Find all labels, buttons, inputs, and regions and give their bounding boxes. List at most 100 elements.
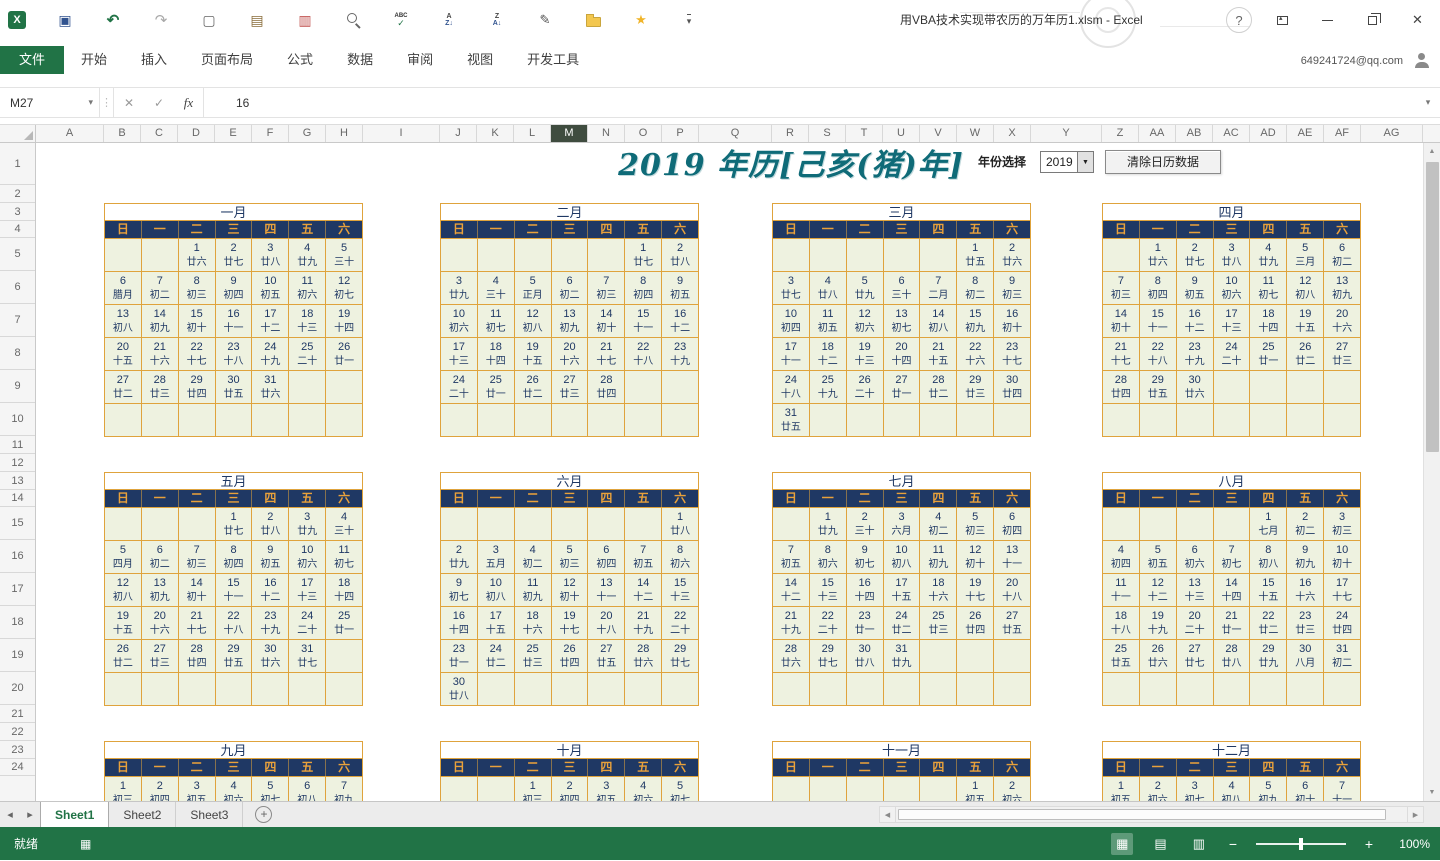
day-cell[interactable]: 30廿八: [441, 673, 477, 705]
day-cell[interactable]: 2廿八: [661, 239, 698, 271]
day-cell[interactable]: [1103, 508, 1139, 540]
day-cell[interactable]: [141, 673, 178, 705]
day-cell[interactable]: [1176, 673, 1213, 705]
day-cell[interactable]: 11十一: [1103, 574, 1139, 606]
day-cell[interactable]: 9初五: [1176, 272, 1213, 304]
day-cell[interactable]: 6初四: [993, 508, 1030, 540]
column-header-V[interactable]: V: [920, 125, 957, 142]
day-cell[interactable]: 1初三: [105, 777, 141, 801]
day-cell[interactable]: 4廿八: [809, 272, 846, 304]
day-cell[interactable]: 22十六: [956, 338, 993, 370]
day-cell[interactable]: 22十八: [624, 338, 661, 370]
row-header-23[interactable]: 23: [0, 741, 35, 759]
day-cell[interactable]: 15十五: [1249, 574, 1286, 606]
day-cell[interactable]: [624, 404, 661, 436]
day-cell[interactable]: 8初三: [178, 272, 215, 304]
day-cell[interactable]: [846, 777, 883, 801]
day-cell[interactable]: 7初五: [624, 541, 661, 573]
day-cell[interactable]: 6初二: [1323, 239, 1360, 271]
day-cell[interactable]: 20十四: [883, 338, 920, 370]
day-cell[interactable]: 25廿一: [325, 607, 362, 639]
day-cell[interactable]: 12初八: [1286, 272, 1323, 304]
day-cell[interactable]: 6初六: [1176, 541, 1213, 573]
day-cell[interactable]: [325, 404, 362, 436]
day-cell[interactable]: 15初九: [956, 305, 993, 337]
day-cell[interactable]: 14初十: [587, 305, 624, 337]
row-header-1[interactable]: 1: [0, 143, 35, 185]
ribbon-tab-页面布局[interactable]: 页面布局: [184, 46, 270, 74]
day-cell[interactable]: 13十一: [993, 541, 1030, 573]
clear-calendar-button[interactable]: 清除日历数据: [1105, 150, 1221, 174]
day-cell[interactable]: 12初六: [846, 305, 883, 337]
day-cell[interactable]: 9初三: [993, 272, 1030, 304]
day-cell[interactable]: 26廿四: [956, 607, 993, 639]
day-cell[interactable]: 16十二: [661, 305, 698, 337]
day-cell[interactable]: 8初六: [661, 541, 698, 573]
day-cell[interactable]: 14初十: [1103, 305, 1139, 337]
row-header-22[interactable]: 22: [0, 723, 35, 741]
day-cell[interactable]: 19十七: [551, 607, 588, 639]
sheet-nav-right-icon[interactable]: ▸: [20, 802, 40, 827]
day-cell[interactable]: [551, 673, 588, 705]
day-cell[interactable]: 20十八: [587, 607, 624, 639]
day-cell[interactable]: 12初八: [514, 305, 551, 337]
day-cell[interactable]: 26廿二: [514, 371, 551, 403]
day-cell[interactable]: [325, 640, 362, 672]
day-cell[interactable]: 9初四: [215, 272, 252, 304]
day-cell[interactable]: 2廿八: [251, 508, 288, 540]
day-cell[interactable]: [514, 673, 551, 705]
day-cell[interactable]: 3廿九: [441, 272, 477, 304]
horizontal-scrollbar-thumb[interactable]: [898, 809, 1386, 820]
day-cell[interactable]: [551, 508, 588, 540]
day-cell[interactable]: [809, 404, 846, 436]
day-cell[interactable]: 3六月: [883, 508, 920, 540]
find-icon[interactable]: [344, 11, 362, 29]
day-cell[interactable]: 3初七: [1176, 777, 1213, 801]
sheet-tab-Sheet1[interactable]: Sheet1: [40, 802, 109, 827]
day-cell[interactable]: [105, 404, 141, 436]
day-cell[interactable]: [178, 404, 215, 436]
day-cell[interactable]: [1323, 673, 1360, 705]
sheet-nav-left-icon[interactable]: ◂: [0, 802, 20, 827]
formula-bar-expand-icon[interactable]: ▾: [1416, 88, 1440, 117]
formula-bar-handle[interactable]: ⋮: [100, 88, 114, 117]
column-header-AD[interactable]: AD: [1250, 125, 1287, 142]
day-cell[interactable]: 15十一: [215, 574, 252, 606]
day-cell[interactable]: 8初四: [215, 541, 252, 573]
day-cell[interactable]: 2廿九: [441, 541, 477, 573]
day-cell[interactable]: [1249, 673, 1286, 705]
sheet-tab-Sheet2[interactable]: Sheet2: [109, 802, 176, 827]
day-cell[interactable]: 17十五: [883, 574, 920, 606]
day-cell[interactable]: [624, 371, 661, 403]
day-cell[interactable]: 4初二: [514, 541, 551, 573]
close-button[interactable]: ✕: [1395, 0, 1440, 40]
page-layout-view-icon[interactable]: ▤: [1149, 833, 1171, 855]
day-cell[interactable]: [477, 404, 514, 436]
day-cell[interactable]: 23十七: [993, 338, 1030, 370]
day-cell[interactable]: 26廿四: [551, 640, 588, 672]
zoom-slider[interactable]: [1256, 843, 1346, 845]
day-cell[interactable]: 2初六: [993, 777, 1030, 801]
day-cell[interactable]: 4初六: [215, 777, 252, 801]
day-cell[interactable]: [105, 239, 141, 271]
day-cell[interactable]: 10初五: [251, 272, 288, 304]
day-cell[interactable]: [551, 404, 588, 436]
new-document-icon[interactable]: [200, 11, 218, 29]
day-cell[interactable]: 7十一: [1323, 777, 1360, 801]
day-cell[interactable]: 17十七: [1323, 574, 1360, 606]
formula-input[interactable]: 16: [204, 88, 1416, 117]
day-cell[interactable]: 17十二: [251, 305, 288, 337]
row-header-24[interactable]: 24: [0, 759, 35, 776]
row-header-9[interactable]: 9: [0, 370, 35, 403]
scroll-up-icon[interactable]: ▲: [1424, 143, 1440, 160]
zoom-in-icon[interactable]: +: [1362, 836, 1376, 852]
day-cell[interactable]: 13十一: [587, 574, 624, 606]
day-cell[interactable]: 6初二: [551, 272, 588, 304]
day-cell[interactable]: [141, 508, 178, 540]
day-cell[interactable]: [993, 673, 1030, 705]
column-header-U[interactable]: U: [883, 125, 920, 142]
day-cell[interactable]: 19十四: [325, 305, 362, 337]
day-cell[interactable]: [1213, 673, 1250, 705]
day-cell[interactable]: 9初九: [1286, 541, 1323, 573]
column-header-AE[interactable]: AE: [1287, 125, 1324, 142]
